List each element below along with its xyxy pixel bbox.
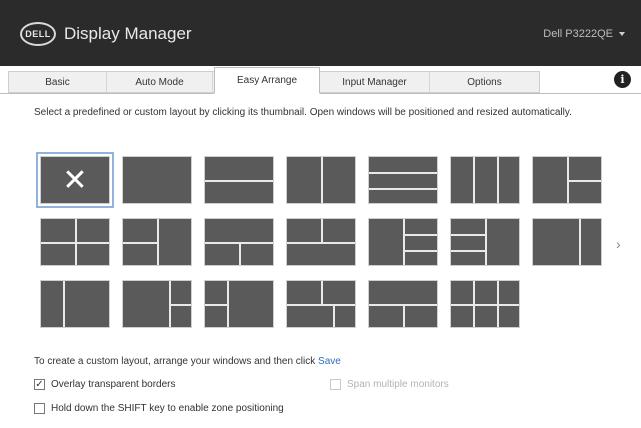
layout-instructions: Select a predefined or custom layout by …	[34, 107, 572, 118]
tab-auto-mode[interactable]: Auto Mode	[107, 72, 213, 93]
tab-bar: Basic Auto Mode Easy Arrange Input Manag…	[0, 66, 641, 94]
layout-tile-full[interactable]	[122, 156, 192, 204]
layout-tile-wide-left[interactable]	[532, 218, 602, 266]
transparent-borders-option[interactable]: ✓ Overlay transparent borders	[34, 377, 176, 391]
tab-options[interactable]: Options	[430, 72, 539, 93]
layout-tile-six-grid[interactable]	[450, 280, 520, 328]
layout-tile-2-rows[interactable]	[204, 156, 274, 204]
chevron-right-icon[interactable]: ›	[616, 236, 621, 252]
multiple-monitors-checkbox[interactable]	[330, 378, 341, 390]
close-icon: ✕	[62, 164, 88, 197]
layout-tile-3-rows[interactable]	[368, 156, 438, 204]
shift-key-checkbox[interactable]	[34, 402, 45, 414]
layout-tile-left-3-split-right[interactable]	[450, 218, 520, 266]
multiple-monitors-option[interactable]: Span multiple monitors	[330, 377, 449, 391]
layout-tile-top-3-bottom[interactable]	[368, 280, 438, 328]
multiple-monitors-label: Span multiple monitors	[347, 378, 449, 390]
info-icon[interactable]: i	[614, 71, 631, 88]
title-bar: DELL Display Manager Dell P3222QE	[0, 0, 641, 66]
transparent-borders-checkbox[interactable]: ✓	[34, 378, 45, 390]
tab-easy-arrange[interactable]: Easy Arrange	[214, 67, 320, 94]
layout-tile-quad[interactable]	[40, 218, 110, 266]
layout-tile-wide-right[interactable]	[40, 280, 110, 328]
layout-tile-wide-left-split[interactable]	[122, 280, 192, 328]
logo-text: DELL	[25, 29, 51, 39]
app-title: Display Manager	[64, 24, 192, 43]
custom-layout-hint: To create a custom layout, arrange your …	[34, 356, 341, 367]
tab-basic[interactable]: Basic	[9, 72, 107, 93]
shift-key-option[interactable]: Hold down the SHIFT key to enable zone p…	[34, 401, 284, 415]
custom-layout-text: To create a custom layout, arrange your …	[34, 356, 316, 367]
chevron-down-icon	[619, 32, 625, 36]
layout-tile-left-right-split[interactable]	[532, 156, 602, 204]
shift-key-label: Hold down the SHIFT key to enable zone p…	[51, 402, 284, 414]
layout-tile-2-columns[interactable]	[286, 156, 356, 204]
monitor-name: Dell P3222QE	[543, 28, 613, 40]
layout-tile-top-bottom-split[interactable]	[204, 218, 274, 266]
layout-tile-top-split-bottom[interactable]	[286, 218, 356, 266]
layout-tile-top-bottom-3[interactable]	[286, 280, 356, 328]
layout-tile-split-wide-right[interactable]	[204, 280, 274, 328]
layout-tile-3-columns[interactable]	[450, 156, 520, 204]
save-link[interactable]: Save	[318, 356, 341, 367]
layout-tile-none[interactable]: ✕	[36, 152, 114, 208]
monitor-selector[interactable]: Dell P3222QE	[543, 27, 625, 41]
tab-input-manager[interactable]: Input Manager	[320, 72, 430, 93]
tab-divider	[0, 93, 641, 94]
layout-grid: ✕	[36, 152, 610, 336]
dell-logo: DELL	[20, 22, 56, 46]
layout-tile-left-right-3-split[interactable]	[368, 218, 438, 266]
layout-tile-left-split-right[interactable]	[122, 218, 192, 266]
transparent-borders-label: Overlay transparent borders	[51, 378, 176, 390]
